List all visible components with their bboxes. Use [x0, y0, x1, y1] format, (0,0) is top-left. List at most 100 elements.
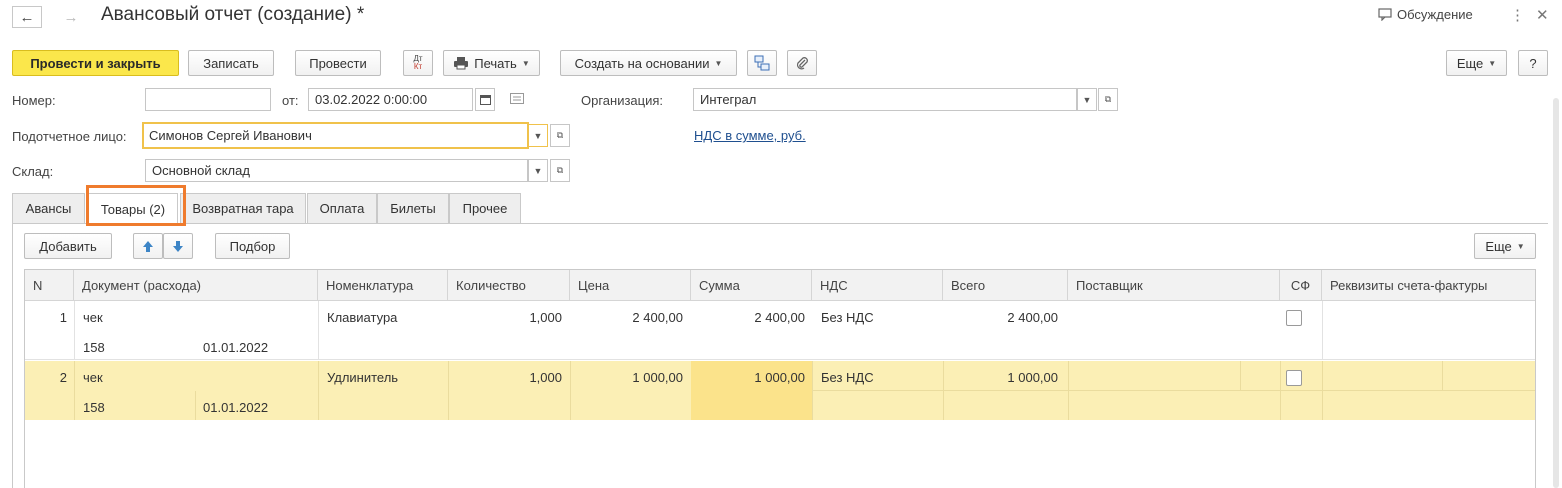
save-button[interactable]: Записать: [188, 50, 274, 76]
post-button[interactable]: Провести: [295, 50, 381, 76]
col-header-document[interactable]: Документ (расхода): [74, 270, 318, 301]
number-field[interactable]: [145, 88, 271, 111]
cell-nomenclature: Удлинитель: [327, 370, 399, 385]
move-down-button[interactable]: [163, 233, 193, 259]
comment-icon[interactable]: [510, 93, 524, 108]
col-header-quantity[interactable]: Количество: [448, 270, 570, 301]
col-header-supplier[interactable]: Поставщик: [1068, 270, 1280, 301]
date-field[interactable]: 03.02.2022 0:00:00: [308, 88, 473, 111]
discussion-button[interactable]: Обсуждение: [1378, 7, 1473, 22]
tab-highlight-frame: [86, 185, 186, 226]
chevron-down-icon: ▼: [714, 58, 723, 68]
add-row-button[interactable]: Добавить: [24, 233, 112, 259]
chevron-down-icon: ▼: [1082, 94, 1092, 105]
help-button[interactable]: ?: [1518, 50, 1548, 76]
tab-payment[interactable]: Оплата: [307, 193, 377, 223]
structure-button[interactable]: [747, 50, 777, 76]
tabs-divider: [12, 223, 1548, 224]
invoice-checkbox[interactable]: [1286, 310, 1302, 326]
arrow-up-icon: [143, 240, 153, 252]
back-button[interactable]: ←: [12, 6, 42, 28]
open-icon: ⧉: [556, 165, 564, 175]
create-based-on-button[interactable]: Создать на основании ▼: [560, 50, 737, 76]
arrow-down-icon: [173, 240, 183, 252]
invoice-checkbox[interactable]: [1286, 370, 1302, 386]
row-divider: [1322, 301, 1323, 360]
cell-n: 2: [59, 370, 67, 385]
print-button[interactable]: Печать ▼: [443, 50, 540, 76]
cell-total: 2 400,00: [1007, 310, 1058, 325]
post-and-close-button[interactable]: Провести и закрыть: [12, 50, 179, 76]
tab-tickets[interactable]: Билеты: [377, 193, 449, 223]
calendar-button[interactable]: [475, 88, 495, 111]
cell-document-date: 01.01.2022: [203, 340, 269, 355]
dt-kt-button[interactable]: Дт Кт: [403, 50, 433, 76]
cell-quantity: 1,000: [529, 370, 562, 385]
col-header-sum[interactable]: Сумма: [691, 270, 812, 301]
arrow-right-icon: →: [63, 8, 79, 26]
accountable-person-field[interactable]: Симонов Сергей Иванович: [142, 122, 529, 149]
selection-button[interactable]: Подбор: [215, 233, 290, 259]
cell-vat: Без НДС: [821, 370, 874, 385]
tab-advances[interactable]: Авансы: [12, 193, 85, 223]
col-header-vat[interactable]: НДС: [812, 270, 943, 301]
row-divider: [74, 301, 75, 360]
chevron-down-icon: ▼: [533, 130, 543, 141]
goods-table[interactable]: N Документ (расхода) Номенклатура Количе…: [24, 269, 1536, 488]
panel-border: [12, 223, 13, 488]
chevron-down-icon: ▼: [533, 165, 543, 176]
cell-document-date: 01.01.2022: [203, 400, 269, 415]
organization-field[interactable]: Интеграл: [693, 88, 1077, 111]
chevron-down-icon: ▼: [1516, 241, 1525, 251]
chat-icon: [1378, 8, 1392, 21]
paperclip-icon: [796, 57, 808, 70]
forward-button[interactable]: →: [56, 6, 86, 28]
create-based-label: Создать на основании: [574, 55, 710, 71]
table-row[interactable]: 1 чек 158 01.01.2022 Клавиатура 1,000 2 …: [25, 301, 1535, 360]
col-header-n[interactable]: N: [25, 270, 74, 301]
col-header-price[interactable]: Цена: [570, 270, 691, 301]
row-divider: [195, 391, 196, 420]
vat-amount-link[interactable]: НДС в сумме, руб.: [694, 128, 806, 143]
col-header-invoice-details[interactable]: Реквизиты счета-фактуры: [1322, 270, 1535, 301]
tab-other[interactable]: Прочее: [449, 193, 521, 223]
discussion-label: Обсуждение: [1397, 7, 1473, 22]
printer-icon: [454, 57, 469, 70]
person-dropdown-button[interactable]: ▼: [528, 124, 548, 147]
row-divider: [812, 390, 1535, 391]
organization-dropdown-button[interactable]: ▼: [1077, 88, 1097, 111]
person-open-button[interactable]: ⧉: [550, 124, 570, 147]
cell-total: 1 000,00: [1007, 370, 1058, 385]
cell-sum: 1 000,00: [754, 370, 805, 385]
cell-vat: Без НДС: [821, 310, 874, 325]
warehouse-field[interactable]: Основной склад: [145, 159, 528, 182]
tab-returnable-packaging[interactable]: Возвратная тара: [180, 193, 306, 223]
cell-quantity: 1,000: [529, 310, 562, 325]
col-header-nomenclature[interactable]: Номенклатура: [318, 270, 448, 301]
move-up-button[interactable]: [133, 233, 163, 259]
attach-button[interactable]: [787, 50, 817, 76]
row-divider: [25, 359, 1535, 360]
calendar-icon: [479, 95, 491, 105]
more-button[interactable]: Еще ▼: [1446, 50, 1507, 76]
col-header-total[interactable]: Всего: [943, 270, 1068, 301]
more-vertical-icon[interactable]: ⋮: [1510, 6, 1525, 24]
cell-sum: 2 400,00: [754, 310, 805, 325]
close-icon[interactable]: ✕: [1536, 6, 1549, 24]
table-more-button[interactable]: Еще ▼: [1474, 233, 1536, 259]
organization-open-button[interactable]: ⧉: [1098, 88, 1118, 111]
row-divider: [1240, 361, 1241, 391]
warehouse-label: Склад:: [12, 164, 54, 179]
warehouse-dropdown-button[interactable]: ▼: [528, 159, 548, 182]
open-icon: ⧉: [1104, 94, 1112, 104]
col-header-invoice-flag[interactable]: СФ: [1280, 270, 1322, 301]
row-divider: [318, 301, 319, 360]
arrow-left-icon: ←: [19, 8, 35, 26]
page-scrollbar[interactable]: [1553, 98, 1559, 488]
chevron-down-icon: ▼: [521, 58, 530, 68]
more-label: Еще: [1456, 55, 1484, 71]
table-row-selected[interactable]: 2 чек 158 01.01.2022 Удлинитель 1,000 1 …: [25, 361, 1535, 420]
warehouse-open-button[interactable]: ⧉: [550, 159, 570, 182]
hierarchy-icon: [754, 55, 770, 71]
cell-n: 1: [59, 310, 67, 325]
